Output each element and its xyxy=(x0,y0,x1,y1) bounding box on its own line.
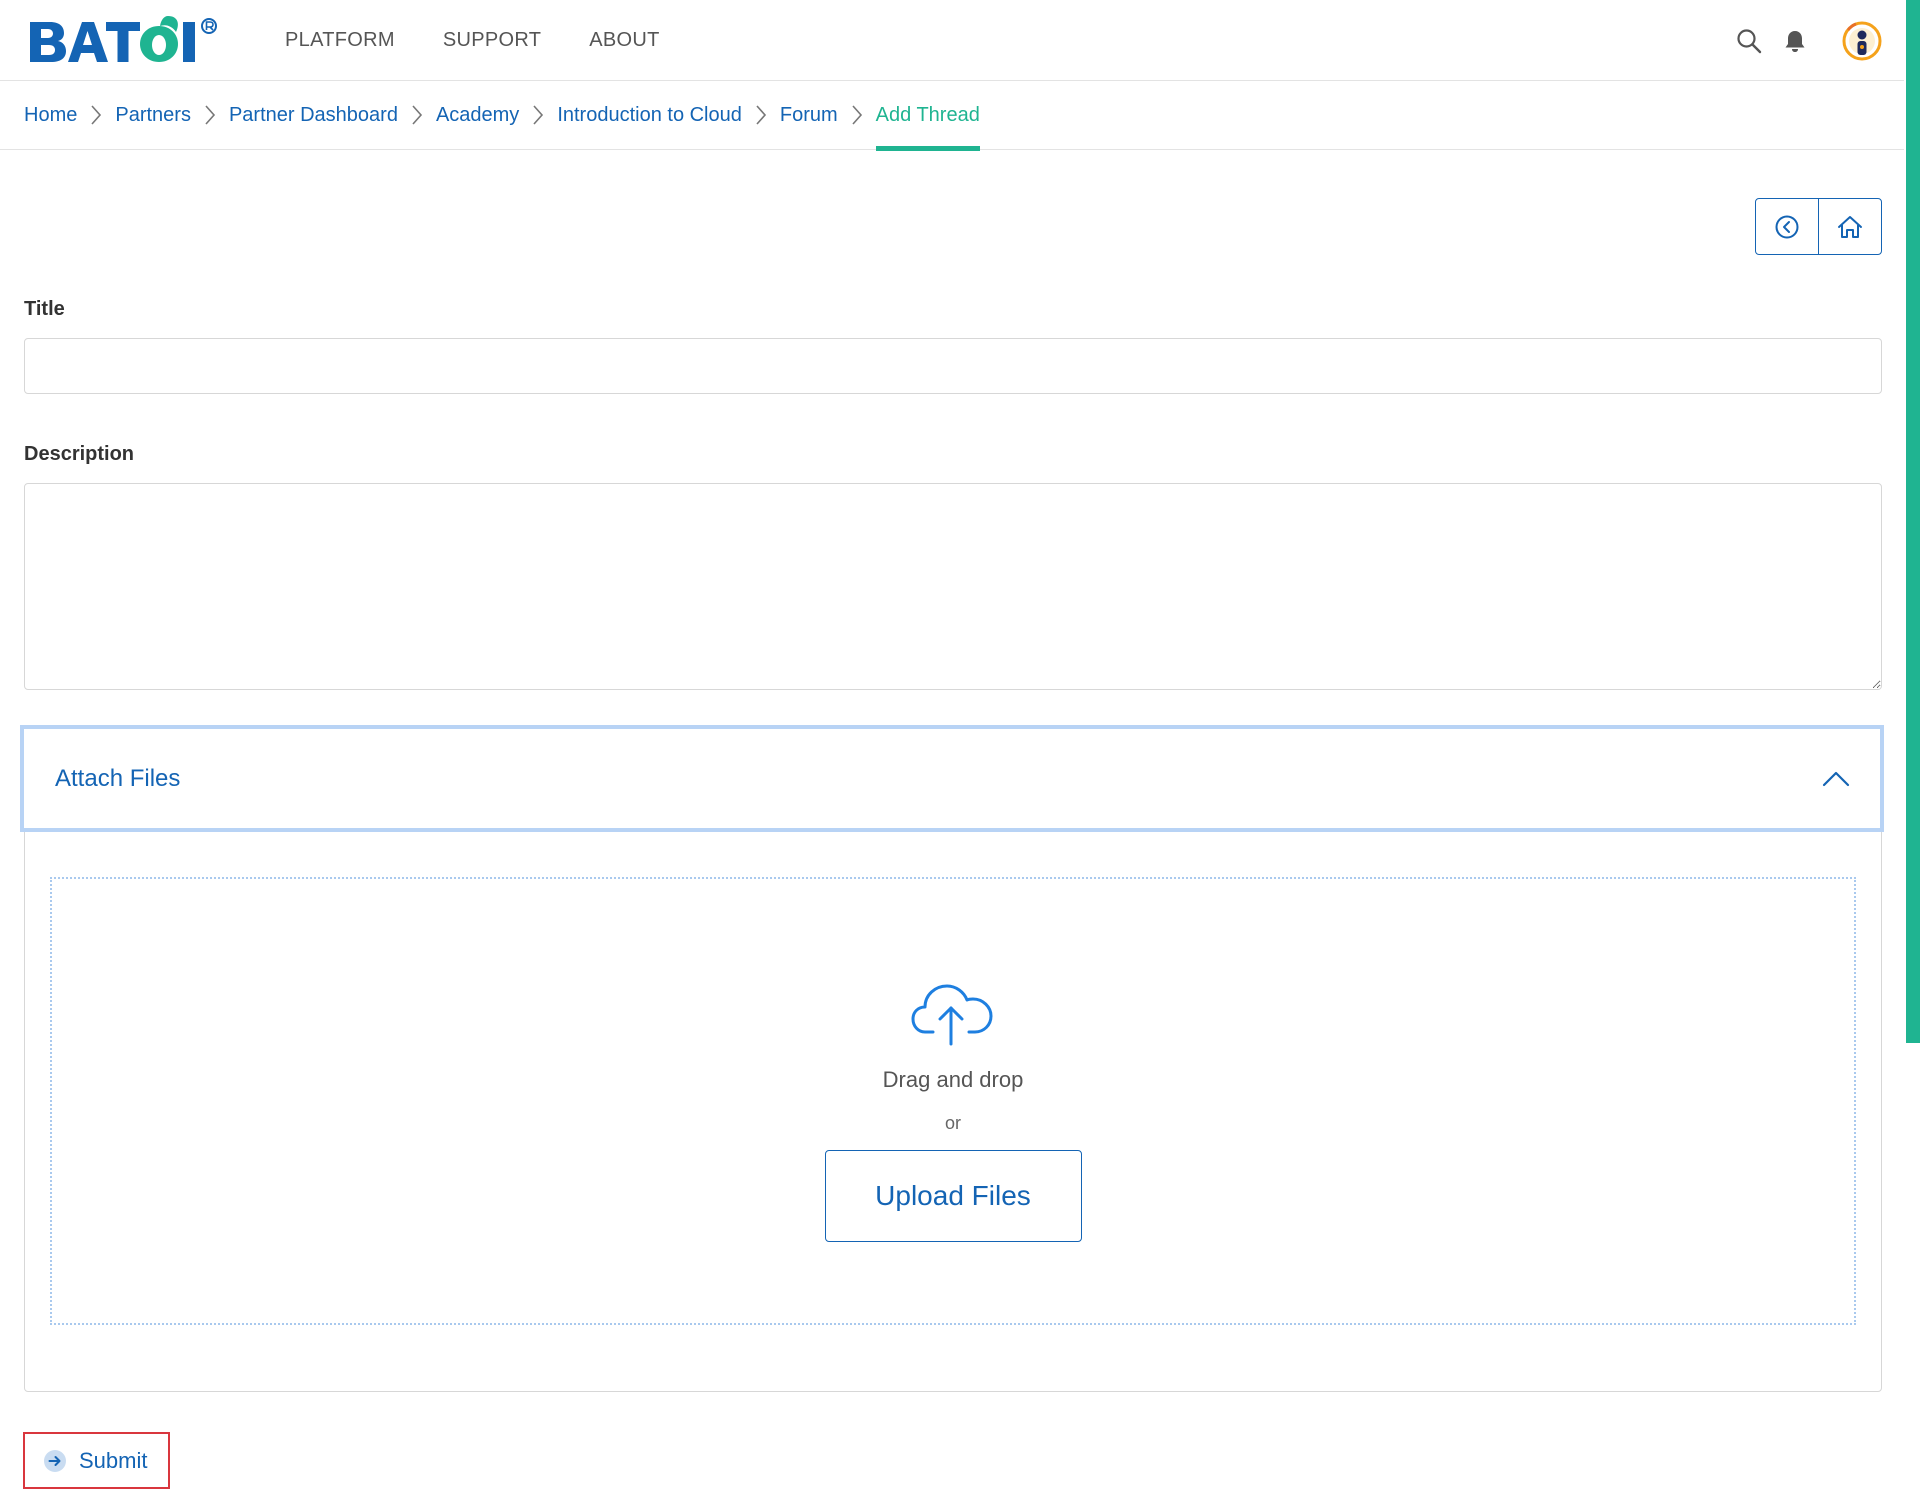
breadcrumb-partners[interactable]: Partners xyxy=(115,81,191,150)
scrollbar-accent[interactable] xyxy=(1906,0,1920,1043)
or-text: or xyxy=(944,1113,961,1133)
breadcrumb-academy[interactable]: Academy xyxy=(436,81,519,150)
batoi-logo-icon xyxy=(30,16,217,62)
chevron-up-icon[interactable] xyxy=(1822,770,1850,788)
nav-item-about[interactable]: ABOUT xyxy=(589,29,659,52)
title-input[interactable] xyxy=(24,338,1882,394)
breadcrumb: Home Partners Partner Dashboard Academy … xyxy=(0,81,1904,151)
submit-button[interactable]: Submit xyxy=(23,1432,170,1489)
attach-files-title: Attach Files xyxy=(55,764,181,792)
top-navbar: PLATFORM SUPPORT ABOUT xyxy=(0,0,1904,81)
page-actions xyxy=(1755,198,1882,255)
nav-item-platform[interactable]: PLATFORM xyxy=(285,29,395,52)
chevron-right-icon xyxy=(90,104,102,126)
breadcrumb-add-thread[interactable]: Add Thread xyxy=(875,81,980,151)
back-button[interactable] xyxy=(1756,199,1818,254)
nav-item-support[interactable]: SUPPORT xyxy=(443,29,541,52)
cloud-upload-icon xyxy=(911,978,995,1051)
top-icons xyxy=(1736,0,1904,81)
description-textarea[interactable] xyxy=(24,483,1882,690)
chevron-right-icon xyxy=(411,104,423,126)
breadcrumb-forum[interactable]: Forum xyxy=(780,81,838,150)
chevron-right-icon xyxy=(532,104,544,126)
breadcrumb-introduction-to-cloud[interactable]: Introduction to Cloud xyxy=(557,81,742,150)
arrow-right-circle-icon xyxy=(44,1449,66,1472)
avatar[interactable] xyxy=(1842,20,1882,62)
brand-logo[interactable] xyxy=(28,14,240,66)
search-icon[interactable] xyxy=(1736,28,1762,54)
bell-icon[interactable] xyxy=(1784,29,1806,53)
main-nav: PLATFORM SUPPORT ABOUT xyxy=(285,0,708,81)
chevron-right-icon xyxy=(851,104,863,126)
circle-chevron-left-icon xyxy=(1775,215,1799,238)
breadcrumb-partner-dashboard[interactable]: Partner Dashboard xyxy=(229,81,398,150)
home-button[interactable] xyxy=(1818,199,1881,254)
chevron-right-icon xyxy=(755,104,767,126)
description-label: Description xyxy=(24,443,135,465)
upload-files-button[interactable]: Upload Files xyxy=(824,1150,1082,1242)
chevron-right-icon xyxy=(204,104,216,126)
home-icon xyxy=(1838,215,1862,238)
title-label: Title xyxy=(24,298,65,320)
file-dropzone[interactable]: Drag and drop or Upload Files xyxy=(50,877,1856,1325)
breadcrumb-home[interactable]: Home xyxy=(24,81,77,150)
attach-files-header[interactable]: Attach Files xyxy=(20,725,1884,832)
drag-and-drop-text: Drag and drop xyxy=(882,1067,1024,1092)
submit-label: Submit xyxy=(79,1447,148,1473)
